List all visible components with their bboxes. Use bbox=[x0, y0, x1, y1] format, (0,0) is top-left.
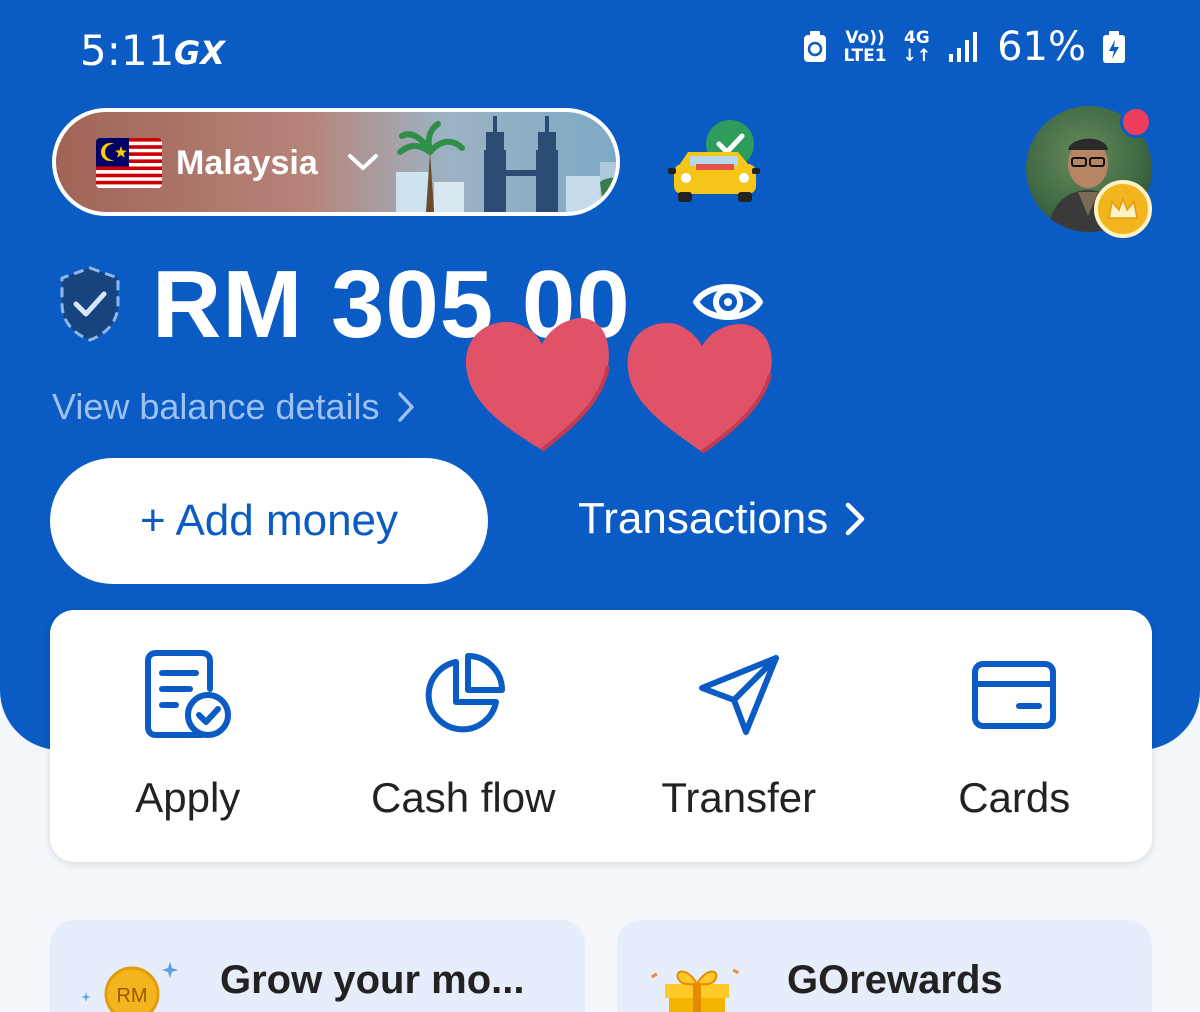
gift-icon bbox=[650, 968, 740, 1012]
battery-charging-icon bbox=[1103, 31, 1125, 63]
action-label: Transfer bbox=[661, 774, 817, 821]
transactions-link[interactable]: Transactions bbox=[578, 494, 866, 544]
chevron-right-icon bbox=[846, 502, 865, 536]
carrier-tag: GX bbox=[174, 34, 225, 72]
shield-check-icon bbox=[60, 266, 120, 342]
card-icon bbox=[972, 661, 1057, 729]
flag-malaysia-icon bbox=[96, 138, 162, 188]
chevron-right-icon bbox=[397, 392, 414, 422]
promo-grow-money[interactable]: RM Grow your mo... bbox=[50, 920, 585, 1012]
send-icon bbox=[698, 655, 779, 735]
coin-label: RM bbox=[116, 985, 147, 1007]
taxi-verified-icon[interactable] bbox=[666, 118, 762, 210]
network-indicator: 4G ↓↑ bbox=[902, 28, 932, 66]
volte-indicator: Vo)) LTE1 bbox=[843, 28, 887, 66]
action-cash-flow[interactable]: Cash flow bbox=[326, 610, 602, 862]
promo-title: Grow your mo... bbox=[220, 958, 525, 1002]
add-money-button[interactable]: + Add money bbox=[50, 458, 488, 584]
quick-actions-card: Apply Cash flow Transfer Cards bbox=[50, 610, 1152, 862]
status-time: 5:11 bbox=[80, 26, 175, 75]
action-apply[interactable]: Apply bbox=[50, 610, 326, 862]
coin-rm-icon: RM bbox=[81, 962, 178, 1012]
action-cards[interactable]: Cards bbox=[877, 610, 1153, 862]
view-balance-details-link[interactable]: View balance details bbox=[52, 386, 416, 428]
signal-icon bbox=[949, 32, 978, 62]
transactions-label: Transactions bbox=[578, 494, 829, 543]
action-label: Cash flow bbox=[371, 774, 556, 821]
hearts-sticker bbox=[466, 318, 772, 454]
action-transfer[interactable]: Transfer bbox=[601, 610, 877, 862]
promo-gorewards[interactable]: GOrewards bbox=[617, 920, 1152, 1012]
recycle-battery-icon bbox=[803, 31, 826, 62]
action-label: Apply bbox=[135, 774, 241, 821]
chevron-down-icon bbox=[348, 154, 378, 170]
battery-percentage: 61% bbox=[997, 24, 1086, 70]
country-label: Malaysia bbox=[176, 144, 318, 182]
country-selector[interactable]: Malaysia bbox=[52, 108, 620, 216]
action-label: Cards bbox=[958, 774, 1071, 821]
view-balance-label: View balance details bbox=[52, 386, 380, 427]
skyline-illustration bbox=[396, 116, 616, 212]
notification-dot bbox=[1120, 106, 1152, 138]
pie-chart-icon bbox=[425, 653, 506, 733]
promo-title: GOrewards bbox=[787, 958, 1003, 1002]
status-icons: Vo)) LTE1 4G ↓↑ 61% bbox=[802, 24, 1126, 70]
crown-icon bbox=[1094, 180, 1152, 238]
document-check-icon bbox=[144, 650, 231, 738]
